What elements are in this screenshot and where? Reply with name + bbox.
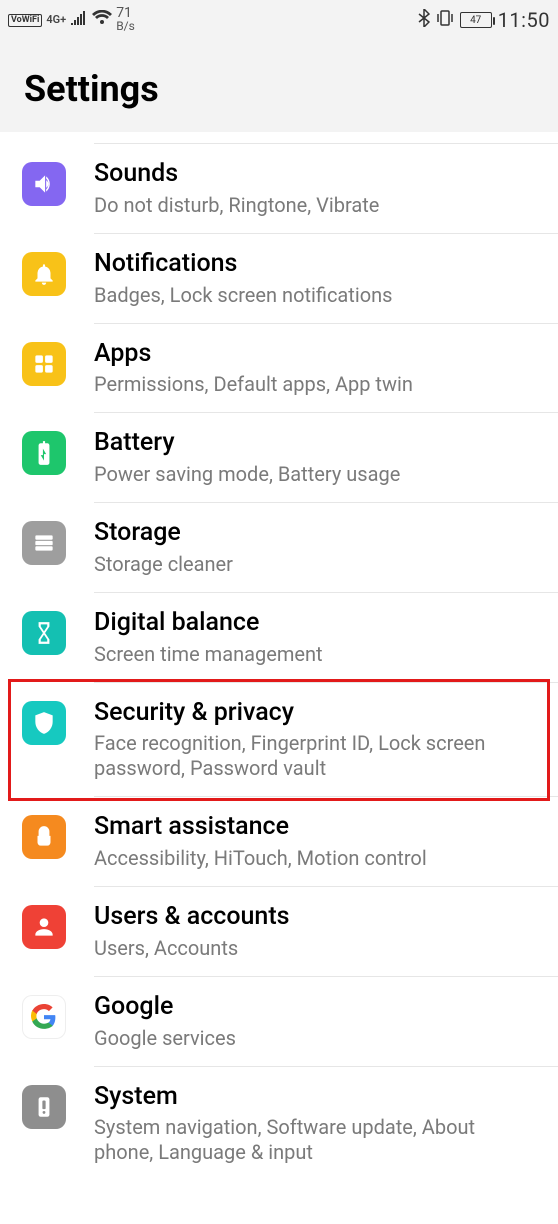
settings-row-system[interactable]: System System navigation, Software updat… (0, 1067, 558, 1182)
row-title: Smart assistance (94, 813, 538, 842)
digital-balance-icon (22, 611, 66, 655)
row-subtitle: Storage cleaner (94, 552, 538, 577)
row-subtitle: Screen time management (94, 642, 538, 667)
network-speed: 71 B/s (116, 7, 135, 33)
row-title: Users & accounts (94, 903, 538, 932)
status-bar: VoWiFi 4G+ 71 B/s 47 11:50 (0, 0, 558, 40)
row-title: Sounds (94, 160, 538, 189)
settings-list[interactable]: Sounds Do not disturb, Ringtone, Vibrate… (0, 132, 558, 1181)
row-title: Google (94, 993, 538, 1022)
settings-row-users-accounts[interactable]: Users & accounts Users, Accounts (0, 887, 558, 977)
settings-row-notifications[interactable]: Notifications Badges, Lock screen notifi… (0, 234, 558, 324)
settings-row-apps[interactable]: Apps Permissions, Default apps, App twin (0, 324, 558, 414)
row-subtitle: Accessibility, HiTouch, Motion control (94, 846, 538, 871)
battery-indicator: 47 (460, 12, 492, 28)
settings-row-sounds[interactable]: Sounds Do not disturb, Ringtone, Vibrate (0, 144, 558, 234)
cellular-indicator: 4G+ (46, 15, 66, 25)
row-subtitle: System navigation, Software update, Abou… (94, 1115, 538, 1165)
row-title: Digital balance (94, 609, 538, 638)
apps-icon (22, 342, 66, 386)
row-subtitle: Users, Accounts (94, 936, 538, 961)
row-subtitle: Google services (94, 1026, 538, 1051)
settings-row-battery[interactable]: Battery Power saving mode, Battery usage (0, 413, 558, 503)
storage-icon (22, 521, 66, 565)
row-title: Battery (94, 429, 538, 458)
sounds-icon (22, 162, 66, 206)
row-title: Apps (94, 340, 538, 369)
battery-icon (22, 431, 66, 475)
google-icon (22, 995, 66, 1039)
settings-row-google[interactable]: Google Google services (0, 977, 558, 1067)
vowifi-indicator: VoWiFi (8, 14, 42, 27)
security-icon (22, 701, 66, 745)
clock: 11:50 (498, 8, 550, 32)
row-title: System (94, 1083, 538, 1112)
system-icon (22, 1085, 66, 1129)
row-subtitle: Power saving mode, Battery usage (94, 462, 538, 487)
notifications-icon (22, 252, 66, 296)
vibrate-icon (436, 9, 454, 32)
settings-row-security-privacy[interactable]: Security & privacy Face recognition, Fin… (0, 683, 558, 798)
row-title: Storage (94, 519, 538, 548)
row-subtitle: Face recognition, Fingerprint ID, Lock s… (94, 731, 538, 781)
row-title: Notifications (94, 250, 538, 279)
row-subtitle: Permissions, Default apps, App twin (94, 372, 538, 397)
row-subtitle: Do not disturb, Ringtone, Vibrate (94, 193, 538, 218)
row-subtitle: Badges, Lock screen notifications (94, 283, 538, 308)
settings-row-storage[interactable]: Storage Storage cleaner (0, 503, 558, 593)
settings-row-previous[interactable] (0, 132, 558, 144)
page-title: Settings (24, 68, 534, 110)
settings-row-digital-balance[interactable]: Digital balance Screen time management (0, 593, 558, 683)
settings-row-smart-assistance[interactable]: Smart assistance Accessibility, HiTouch,… (0, 797, 558, 887)
smart-assistance-icon (22, 815, 66, 859)
users-icon (22, 905, 66, 949)
row-title: Security & privacy (94, 699, 538, 728)
bluetooth-icon (418, 9, 430, 32)
signal-icon (70, 10, 88, 30)
wifi-icon (92, 10, 112, 31)
page-header: Settings (0, 40, 558, 132)
